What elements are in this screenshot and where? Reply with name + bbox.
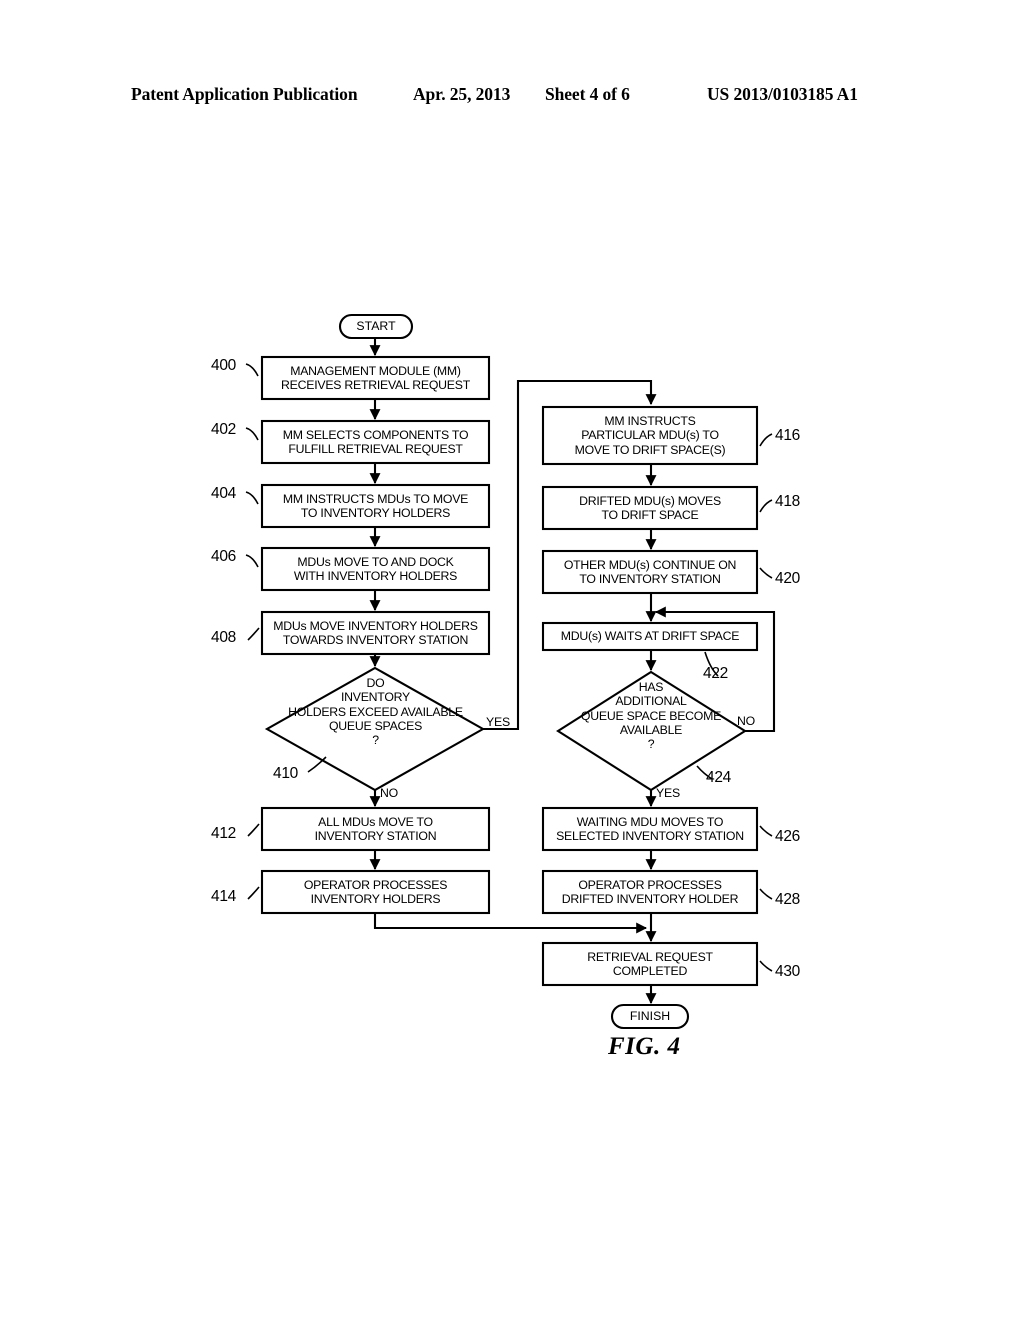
- leader-430: [759, 960, 773, 972]
- box-412: [260, 806, 491, 852]
- leader-410: [307, 756, 327, 773]
- leader-404: [245, 491, 259, 505]
- leader-416: [759, 433, 773, 447]
- finish-terminal: [610, 1003, 690, 1030]
- ref-number-420: 420: [775, 570, 800, 587]
- leader-420: [759, 567, 773, 579]
- edge-label-yes-410: YES: [486, 715, 511, 729]
- box-418: [541, 485, 759, 531]
- diamond-410: [264, 666, 486, 792]
- ref-number-416: 416: [775, 427, 800, 444]
- leader-400: [245, 363, 259, 377]
- ref-number-408: 408: [211, 629, 236, 646]
- leader-426: [759, 825, 773, 837]
- box-422: [541, 621, 759, 652]
- leader-418: [759, 499, 773, 513]
- edge-label-no-410: NO: [380, 786, 399, 800]
- leader-408: [247, 627, 260, 641]
- box-428: [541, 869, 759, 915]
- leader-402: [245, 427, 259, 441]
- box-414: [260, 869, 491, 915]
- ref-number-422: 422: [703, 665, 728, 682]
- ref-number-424: 424: [706, 769, 731, 786]
- edge-414-430: [373, 913, 648, 934]
- ref-number-412: 412: [211, 825, 236, 842]
- start-terminal: [338, 313, 414, 340]
- ref-number-406: 406: [211, 548, 236, 565]
- box-406: [260, 546, 491, 592]
- leader-412: [247, 823, 260, 837]
- ref-number-430: 430: [775, 963, 800, 980]
- box-402: [260, 419, 491, 465]
- ref-number-404: 404: [211, 485, 236, 502]
- ref-number-418: 418: [775, 493, 800, 510]
- leader-406: [245, 554, 259, 568]
- ref-number-400: 400: [211, 357, 236, 374]
- flowchart-svg: [245, 313, 776, 1030]
- leader-428: [759, 888, 773, 900]
- box-408: [260, 610, 491, 656]
- edge-label-yes-424: YES: [656, 786, 681, 800]
- figure-caption: FIG. 4: [608, 1033, 681, 1060]
- ref-number-402: 402: [211, 421, 236, 438]
- box-416: [541, 405, 759, 466]
- box-426: [541, 806, 759, 852]
- ref-number-414: 414: [211, 888, 236, 905]
- box-404: [260, 483, 491, 529]
- box-400: [260, 355, 491, 401]
- ref-number-426: 426: [775, 828, 800, 845]
- box-430: [541, 941, 759, 987]
- flowchart-figure: START FINISH MANAGEMENT MODULE (MM) RECE…: [0, 0, 1024, 1320]
- box-420: [541, 549, 759, 595]
- edge-label-no-424: NO: [737, 714, 756, 728]
- ref-number-410: 410: [273, 765, 298, 782]
- ref-number-428: 428: [775, 891, 800, 908]
- leader-414: [247, 886, 260, 900]
